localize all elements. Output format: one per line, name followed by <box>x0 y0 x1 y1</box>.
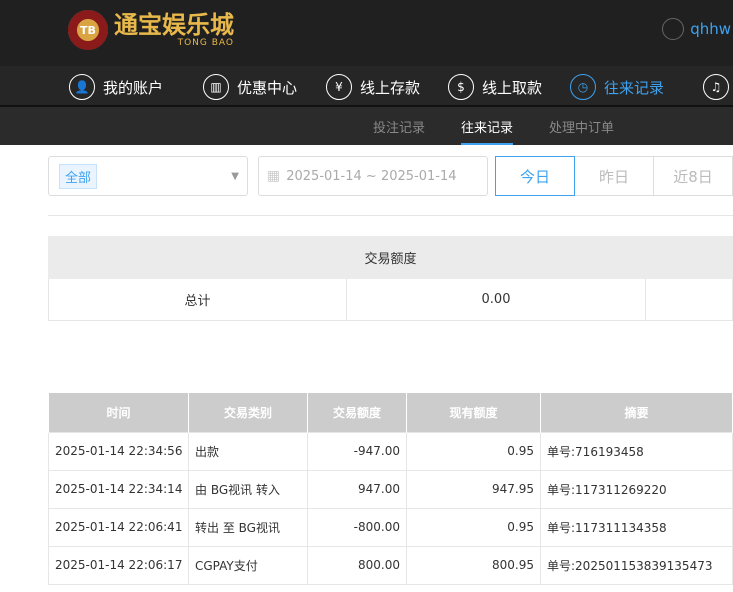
tab-pending-orders[interactable]: 处理中订单 <box>549 117 614 136</box>
today-button[interactable]: 今日 <box>495 156 575 196</box>
withdraw-icon: $ <box>448 74 474 100</box>
nav-withdraw[interactable]: $ 线上取款 <box>448 72 542 102</box>
cell-balance: 0.95 <box>406 507 541 547</box>
cell-amount: 800.00 <box>307 545 407 585</box>
nav-label: 优惠中心 <box>237 78 298 97</box>
cell-summary: 单号:716193458 <box>540 431 733 471</box>
col-time: 时间 <box>48 393 189 432</box>
table-row: 2025-01-14 22:34:14 由 BG视讯 转入 947.00 947.95… <box>48 469 733 509</box>
table-row: 2025-01-14 22:06:17 CGPAY支付 800.00 800.95 单号… <box>48 545 733 585</box>
main-nav: 👤 我的账户 ▥ 优惠中心 ¥ 线上存款 $ 线上取款 ◷ 往来记录 ♫ <box>0 66 733 107</box>
summary-header: 交易额度 <box>48 236 733 279</box>
tab-bet-records[interactable]: 投注记录 <box>373 117 425 136</box>
summary-amount: 0.00 <box>346 278 646 321</box>
top-header: TB 通宝娱乐城 TONG BAO qhhw <box>0 0 733 66</box>
cell-balance: 0.95 <box>406 431 541 471</box>
nav-records[interactable]: ◷ 往来记录 <box>570 72 664 102</box>
cell-balance: 800.95 <box>406 545 541 585</box>
logo-badge: TB <box>68 10 108 50</box>
user-icon: 👤 <box>69 74 95 100</box>
cell-type: 出款 <box>188 431 308 471</box>
user-icon <box>662 18 685 40</box>
nav-notifications[interactable]: ♫ <box>703 72 729 102</box>
cell-time: 2025-01-14 22:34:56 <box>48 431 189 471</box>
divider <box>48 215 733 216</box>
table-row: 2025-01-14 22:34:56 出款 -947.00 0.95 单号:71619… <box>48 431 733 471</box>
type-tag: 全部 <box>59 163 98 189</box>
summary-table: 交易额度 总计 0.00 <box>48 236 733 321</box>
calendar-icon: ▦ <box>267 168 281 184</box>
nav-my-account[interactable]: 👤 我的账户 <box>69 72 163 102</box>
col-type: 交易类别 <box>188 393 308 432</box>
table-row: 2025-01-14 22:06:41 转出 至 BG视讯 -800.00 0.95 单… <box>48 507 733 547</box>
username: qhhw <box>690 20 731 38</box>
cell-summary: 单号:117311269220 <box>540 469 733 509</box>
deposit-icon: ¥ <box>326 74 352 100</box>
cell-time: 2025-01-14 22:06:41 <box>48 507 189 547</box>
col-amount: 交易额度 <box>307 393 407 432</box>
logo-text: 通宝娱乐城 <box>114 11 234 39</box>
col-summary: 摘要 <box>540 393 733 432</box>
cell-time: 2025-01-14 22:34:14 <box>48 469 189 509</box>
tab-transaction-records[interactable]: 往来记录 <box>461 117 514 145</box>
nav-label: 我的账户 <box>103 78 164 97</box>
last-8-days-button[interactable]: 近8日 <box>653 156 733 196</box>
cell-amount: -947.00 <box>307 431 407 471</box>
date-range-value: 2025-01-14 ~ 2025-01-14 <box>286 168 457 184</box>
sub-nav: 投注记录 往来记录 处理中订单 <box>0 107 733 145</box>
col-balance: 现有额度 <box>406 393 541 432</box>
date-range-input[interactable]: ▦ 2025-01-14 ~ 2025-01-14 <box>258 156 488 196</box>
record-icon: ◷ <box>570 74 596 100</box>
cell-type: 转出 至 BG视讯 <box>188 507 308 547</box>
nav-label: 线上取款 <box>482 78 543 97</box>
transactions-table: 时间 交易类别 交易额度 现有额度 摘要 2025-01-14 22:34:56… <box>48 393 733 585</box>
type-select[interactable]: 全部 ▼ <box>48 156 248 196</box>
nav-deposit[interactable]: ¥ 线上存款 <box>326 72 420 102</box>
cell-time: 2025-01-14 22:06:17 <box>48 545 189 585</box>
cell-type: 由 BG视讯 转入 <box>188 469 308 509</box>
summary-label: 总计 <box>48 278 347 321</box>
nav-label: 往来记录 <box>604 78 665 97</box>
cell-summary: 单号:202501153839135473 <box>540 545 733 585</box>
nav-label: 线上存款 <box>360 78 421 97</box>
cell-amount: -800.00 <box>307 507 407 547</box>
logo-subtext: TONG BAO <box>177 38 234 48</box>
logo[interactable]: TB 通宝娱乐城 TONG BAO <box>68 10 234 50</box>
yesterday-button[interactable]: 昨日 <box>574 156 654 196</box>
cell-summary: 单号:117311134358 <box>540 507 733 547</box>
cell-amount: 947.00 <box>307 469 407 509</box>
user-menu[interactable]: qhhw <box>662 18 731 40</box>
gift-icon: ▥ <box>203 74 229 100</box>
chevron-down-icon: ▼ <box>231 170 239 182</box>
cell-balance: 947.95 <box>406 469 541 509</box>
summary-empty <box>645 278 733 321</box>
cell-type: CGPAY支付 <box>188 545 308 585</box>
nav-promotions[interactable]: ▥ 优惠中心 <box>203 72 297 102</box>
bell-icon: ♫ <box>703 74 729 100</box>
